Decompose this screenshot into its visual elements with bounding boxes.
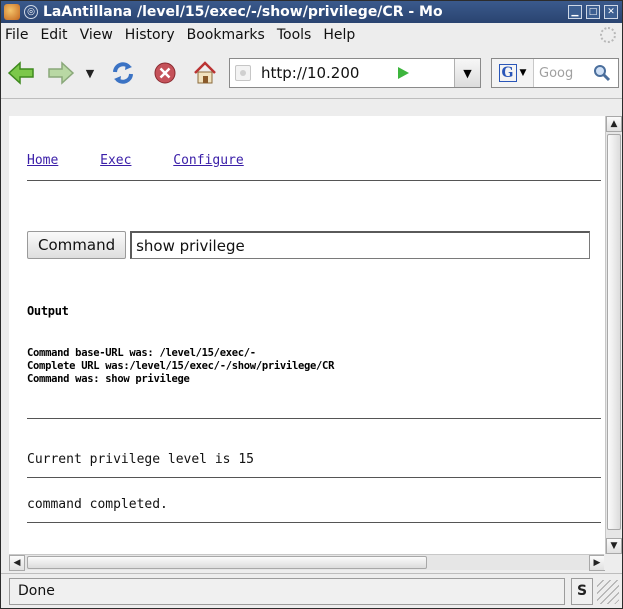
sticky-icon[interactable]: ◎ (24, 5, 38, 19)
output-heading: Output (27, 304, 69, 318)
close-icon[interactable]: ✕ (604, 5, 618, 19)
home-icon[interactable] (191, 59, 219, 87)
menu-view[interactable]: View (80, 27, 113, 43)
menu-help[interactable]: Help (323, 27, 355, 43)
scroll-left-arrow-icon[interactable]: ◀ (9, 555, 25, 571)
vertical-scrollbar[interactable]: ▲ ▼ (605, 116, 622, 554)
menu-bar: File Edit View History Bookmarks Tools H… (1, 23, 622, 47)
menu-history[interactable]: History (125, 27, 175, 43)
title-bar[interactable]: ◎ LaAntillana /level/15/exec/-/show/priv… (1, 1, 622, 23)
extension-status-icon[interactable]: S (571, 578, 593, 605)
horizontal-scrollbar[interactable]: ◀ ▶ (9, 554, 605, 571)
info-line: Complete URL was:/level/15/exec/-/show/p… (27, 360, 335, 372)
link-home[interactable]: Home (27, 153, 58, 168)
top-nav-links: Home Exec Configure (27, 153, 278, 168)
divider (27, 180, 601, 181)
go-arrow-icon[interactable] (393, 63, 413, 83)
vertical-scroll-thumb[interactable] (607, 134, 621, 530)
scroll-down-arrow-icon[interactable]: ▼ (606, 538, 622, 554)
info-line: Command was: show privilege (27, 373, 190, 385)
page-content: Home Exec Configure Command Output Comma… (9, 116, 605, 554)
browser-window: ◎ LaAntillana /level/15/exec/-/show/priv… (0, 0, 623, 609)
command-button[interactable]: Command (27, 231, 127, 259)
scrollbar-corner (604, 554, 621, 570)
scroll-right-arrow-icon[interactable]: ▶ (589, 555, 605, 571)
link-configure[interactable]: Configure (173, 153, 243, 168)
search-icon[interactable] (591, 62, 613, 84)
scroll-up-arrow-icon[interactable]: ▲ (606, 116, 622, 132)
minimize-icon[interactable]: ▁ (568, 5, 582, 19)
link-exec[interactable]: Exec (100, 153, 131, 168)
divider (27, 477, 601, 478)
navigation-toolbar: ▼ http://10.200 ▼ G ▼ Goog (1, 47, 622, 99)
reload-icon[interactable] (109, 59, 137, 87)
history-dropdown-icon[interactable]: ▼ (83, 59, 97, 87)
search-bar[interactable]: G ▼ Goog (491, 58, 619, 88)
google-icon: G (498, 64, 517, 82)
menu-edit[interactable]: Edit (40, 27, 67, 43)
menu-bookmarks[interactable]: Bookmarks (187, 27, 265, 43)
divider (27, 418, 601, 419)
forward-arrow-icon[interactable] (47, 59, 75, 87)
resize-grip-icon[interactable] (597, 580, 619, 604)
window-title: LaAntillana /level/15/exec/-/show/privil… (43, 4, 443, 20)
maximize-icon[interactable]: □ (586, 5, 600, 19)
command-form: Command (27, 231, 591, 259)
info-line: Command base-URL was: /level/15/exec/- (27, 347, 256, 359)
menu-file[interactable]: File (5, 27, 28, 43)
site-identity-icon[interactable] (235, 65, 251, 81)
status-text: Done (9, 578, 565, 605)
divider (27, 522, 601, 523)
url-bar[interactable]: http://10.200 ▼ (229, 58, 481, 88)
throbber-icon (600, 27, 616, 43)
back-arrow-icon[interactable] (7, 59, 35, 87)
engine-dropdown-icon: ▼ (519, 68, 527, 78)
command-input[interactable] (130, 231, 591, 259)
url-text[interactable]: http://10.200 (261, 64, 391, 82)
privilege-result: Current privilege level is 15 (27, 452, 254, 467)
url-dropdown-icon[interactable]: ▼ (454, 59, 480, 87)
search-input[interactable]: Goog (539, 66, 591, 81)
stop-icon[interactable] (151, 59, 179, 87)
search-engine-selector[interactable]: G ▼ (492, 59, 534, 87)
horizontal-scroll-thumb[interactable] (27, 556, 427, 569)
status-bar: Done S (1, 573, 622, 608)
app-icon (4, 4, 20, 20)
command-info: Command base-URL was: /level/15/exec/- C… (27, 347, 334, 386)
menu-tools[interactable]: Tools (277, 27, 312, 43)
completed-message: command completed. (27, 497, 168, 512)
